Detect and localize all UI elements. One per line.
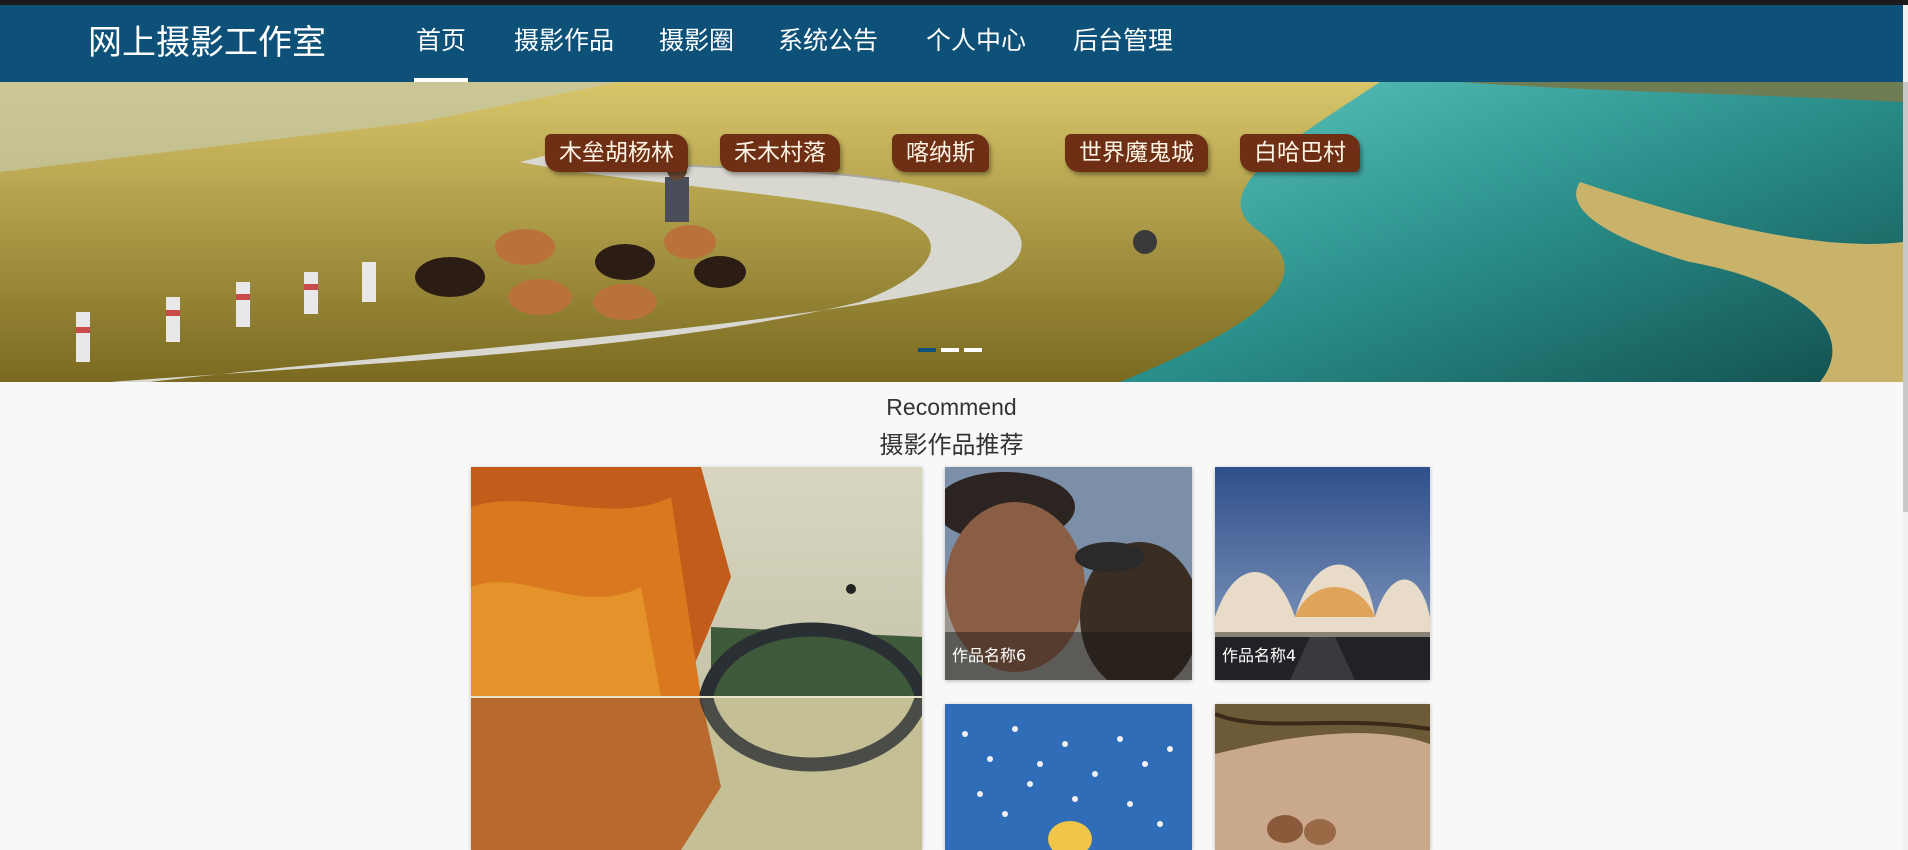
carousel-indicator-1[interactable] (918, 348, 936, 352)
section-title-en: Recommend (886, 394, 1017, 420)
work-card-large[interactable] (471, 467, 922, 850)
banner-tag-1: 木垒胡杨林 (545, 134, 688, 172)
nav-item-home[interactable]: 首页 (413, 5, 469, 82)
hero-banner-carousel[interactable]: 木垒胡杨林 禾木村落 喀纳斯 世界魔鬼城 白哈巴村 (0, 82, 1903, 382)
nav-item-photo-circle[interactable]: 摄影圈 (659, 5, 734, 82)
work-card-3[interactable]: 作品名称4 (1215, 467, 1430, 680)
deer-forest-photo (1215, 704, 1430, 850)
banner-tag-4: 世界魔鬼城 (1065, 134, 1208, 172)
banner-tag-5: 白哈巴村 (1240, 134, 1360, 172)
nav-item-personal-center[interactable]: 个人中心 (926, 5, 1026, 82)
carousel-indicator-3[interactable] (964, 348, 982, 352)
work-caption-3: 作品名称4 (1215, 632, 1430, 680)
work-card-5[interactable] (1215, 704, 1430, 850)
nav-item-announcements[interactable]: 系统公告 (778, 5, 878, 82)
work-card-4[interactable] (945, 704, 1192, 850)
top-navbar: 网上摄影工作室 首页 摄影作品 摄影圈 系统公告 个人中心 后台管理 (0, 5, 1903, 82)
banner-tag-2: 禾木村落 (720, 134, 840, 172)
banner-tag-3: 喀纳斯 (892, 134, 989, 172)
site-brand[interactable]: 网上摄影工作室 (88, 23, 326, 63)
autumn-bridge-photo (471, 467, 922, 850)
banner-landscape-image (0, 82, 1903, 382)
birds-flock-photo (945, 704, 1192, 850)
nav-item-admin[interactable]: 后台管理 (1073, 5, 1173, 82)
work-card-2[interactable]: 作品名称6 (945, 467, 1192, 680)
page-scrollbar-thumb[interactable] (1903, 82, 1908, 512)
section-title-cn: 摄影作品推荐 (879, 431, 1024, 459)
carousel-indicator-2[interactable] (941, 348, 959, 352)
nav-item-works[interactable]: 摄影作品 (514, 5, 614, 82)
work-caption-2: 作品名称6 (945, 632, 1192, 680)
